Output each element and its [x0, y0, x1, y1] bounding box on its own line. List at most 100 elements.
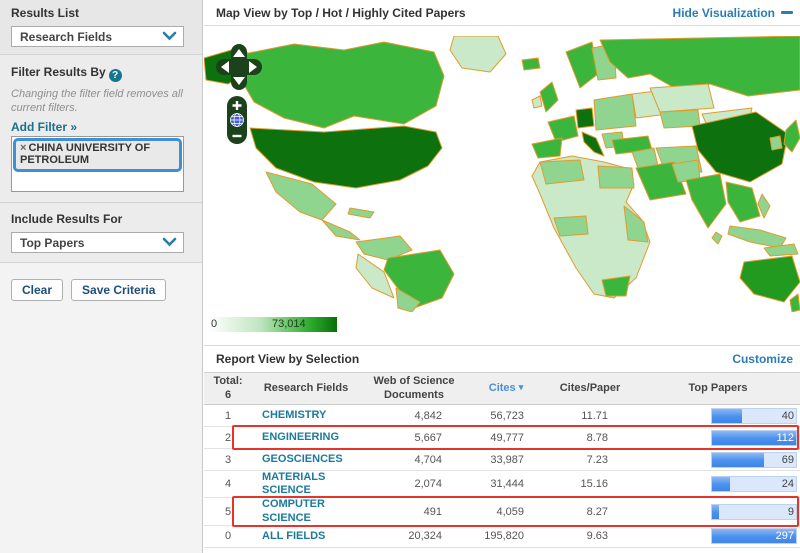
map-region[interactable] — [234, 42, 444, 128]
map-region[interactable] — [582, 132, 604, 156]
top-papers-value: 24 — [782, 478, 794, 490]
hide-visualization-link[interactable]: Hide Visualization — [673, 6, 793, 20]
table-row: 0 ALL FIELDS 20,324 195,820 9.63 297 — [204, 526, 800, 548]
world-map[interactable] — [204, 36, 800, 312]
results-list-dropdown[interactable]: Research Fields — [11, 26, 184, 47]
globe-icon[interactable] — [231, 114, 244, 127]
clear-button[interactable]: Clear — [11, 279, 63, 301]
map-pan-control[interactable] — [216, 44, 262, 93]
cites-value: 31,444 — [468, 478, 544, 490]
top-papers-bar-fill — [712, 453, 764, 467]
esi-app: Results List Research Fields Filter Resu… — [0, 0, 800, 553]
map-region[interactable] — [784, 120, 800, 152]
row-rank: 5 — [204, 506, 252, 518]
filter-title-text: Filter Results By — [11, 65, 106, 79]
map-region[interactable] — [602, 276, 630, 296]
map-region[interactable] — [348, 208, 374, 218]
map-region[interactable] — [712, 232, 722, 244]
cites-per-paper-value: 7.23 — [544, 454, 636, 466]
total-label: Total: — [213, 375, 242, 387]
field-link[interactable]: MATERIALS SCIENCE — [262, 471, 360, 497]
field-link[interactable]: ALL FIELDS — [262, 530, 325, 543]
active-filter-item[interactable]: ×CHINA UNIVERSITY OF PETROLEUM — [13, 138, 182, 172]
cites-per-paper-value: 8.27 — [544, 506, 636, 518]
field-link[interactable]: ENGINEERING — [262, 431, 339, 444]
sort-descending-icon: ▾ — [519, 382, 524, 392]
field-link[interactable]: COMPUTER SCIENCE — [262, 498, 360, 524]
cites-value: 195,820 — [468, 530, 544, 542]
row-rank: 1 — [204, 410, 252, 422]
map-region[interactable] — [554, 216, 588, 236]
table-row: 3 GEOSCIENCES 4,704 33,987 7.23 69 — [204, 449, 800, 471]
top-papers-bar: 112 — [711, 430, 797, 446]
column-header-docs: Web of Science Documents — [360, 375, 468, 401]
filter-note: Changing the filter field removes all cu… — [11, 88, 184, 116]
top-papers-bar: 297 — [711, 528, 797, 544]
map-region[interactable] — [686, 174, 726, 228]
top-papers-bar-fill — [712, 477, 730, 491]
top-papers-value: 69 — [782, 454, 794, 466]
row-rank: 2 — [204, 432, 252, 444]
table-body: 1 CHEMISTRY 4,842 56,723 11.71 40 2 ENGI… — [204, 405, 800, 548]
table-row: 2 ENGINEERING 5,667 49,777 8.78 112 — [204, 427, 800, 449]
map-region[interactable] — [576, 108, 594, 128]
add-filter-link[interactable]: Add Filter » — [11, 120, 77, 134]
docs-value: 5,667 — [360, 432, 468, 444]
include-results-section: Include Results For Top Papers — [0, 202, 202, 262]
map-region[interactable] — [740, 256, 800, 302]
include-results-dropdown[interactable]: Top Papers — [11, 232, 184, 253]
map-region[interactable] — [770, 136, 782, 150]
map-region[interactable] — [598, 166, 634, 188]
map-region[interactable] — [540, 160, 584, 184]
map-region[interactable] — [322, 220, 360, 240]
active-filters-listbox[interactable]: ×CHINA UNIVERSITY OF PETROLEUM — [11, 136, 184, 192]
hide-visualization-label: Hide Visualization — [673, 6, 775, 20]
map-region[interactable] — [594, 94, 636, 130]
map-region[interactable] — [450, 36, 506, 72]
cites-value: 4,059 — [468, 506, 544, 518]
include-results-title: Include Results For — [11, 212, 184, 226]
docs-value: 491 — [360, 506, 468, 518]
map-region[interactable] — [384, 250, 454, 308]
map-region[interactable] — [522, 58, 540, 70]
map-region[interactable] — [532, 96, 542, 108]
field-link[interactable]: CHEMISTRY — [262, 409, 326, 422]
save-criteria-button[interactable]: Save Criteria — [71, 279, 166, 301]
cites-per-paper-value: 15.16 — [544, 478, 636, 490]
results-list-title: Results List — [11, 6, 184, 20]
column-header-cites[interactable]: Cites ▾ — [468, 382, 544, 395]
row-rank: 3 — [204, 454, 252, 466]
cites-per-paper-value: 8.78 — [544, 432, 636, 444]
cites-value: 33,987 — [468, 454, 544, 466]
customize-link[interactable]: Customize — [732, 352, 793, 366]
cites-value: 49,777 — [468, 432, 544, 444]
top-papers-value: 112 — [776, 432, 794, 444]
collapse-icon — [781, 11, 793, 14]
column-header-cites-per-paper: Cites/Paper — [544, 382, 636, 395]
map-region[interactable] — [728, 226, 786, 248]
active-filter-label: CHINA UNIVERSITY OF PETROLEUM — [20, 142, 150, 167]
total-count: 6 — [225, 389, 231, 401]
top-papers-bar: 40 — [711, 408, 797, 424]
map-panel-header: Map View by Top / Hot / Highly Cited Pap… — [204, 0, 800, 26]
filter-title: Filter Results By? — [11, 65, 184, 82]
total-header: Total: 6 — [204, 375, 252, 401]
cites-per-paper-value: 11.71 — [544, 410, 636, 422]
map-region[interactable] — [548, 116, 578, 142]
map-zoom-control[interactable] — [227, 96, 247, 147]
top-papers-bar: 24 — [711, 476, 797, 492]
map-region[interactable] — [624, 206, 648, 242]
map-region[interactable] — [790, 294, 800, 312]
map-region[interactable] — [540, 82, 558, 112]
help-icon[interactable]: ? — [109, 69, 122, 82]
top-papers-bar: 9 — [711, 504, 797, 520]
map-region[interactable] — [650, 84, 714, 112]
choropleth-map — [204, 36, 800, 312]
remove-filter-icon[interactable]: × — [20, 142, 26, 154]
map-region[interactable] — [726, 182, 760, 222]
row-rank: 4 — [204, 478, 252, 490]
sidebar: Results List Research Fields Filter Resu… — [0, 0, 203, 553]
field-link[interactable]: GEOSCIENCES — [262, 453, 343, 466]
main-panel: Map View by Top / Hot / Highly Cited Pap… — [204, 0, 800, 553]
map-region[interactable] — [532, 138, 562, 158]
